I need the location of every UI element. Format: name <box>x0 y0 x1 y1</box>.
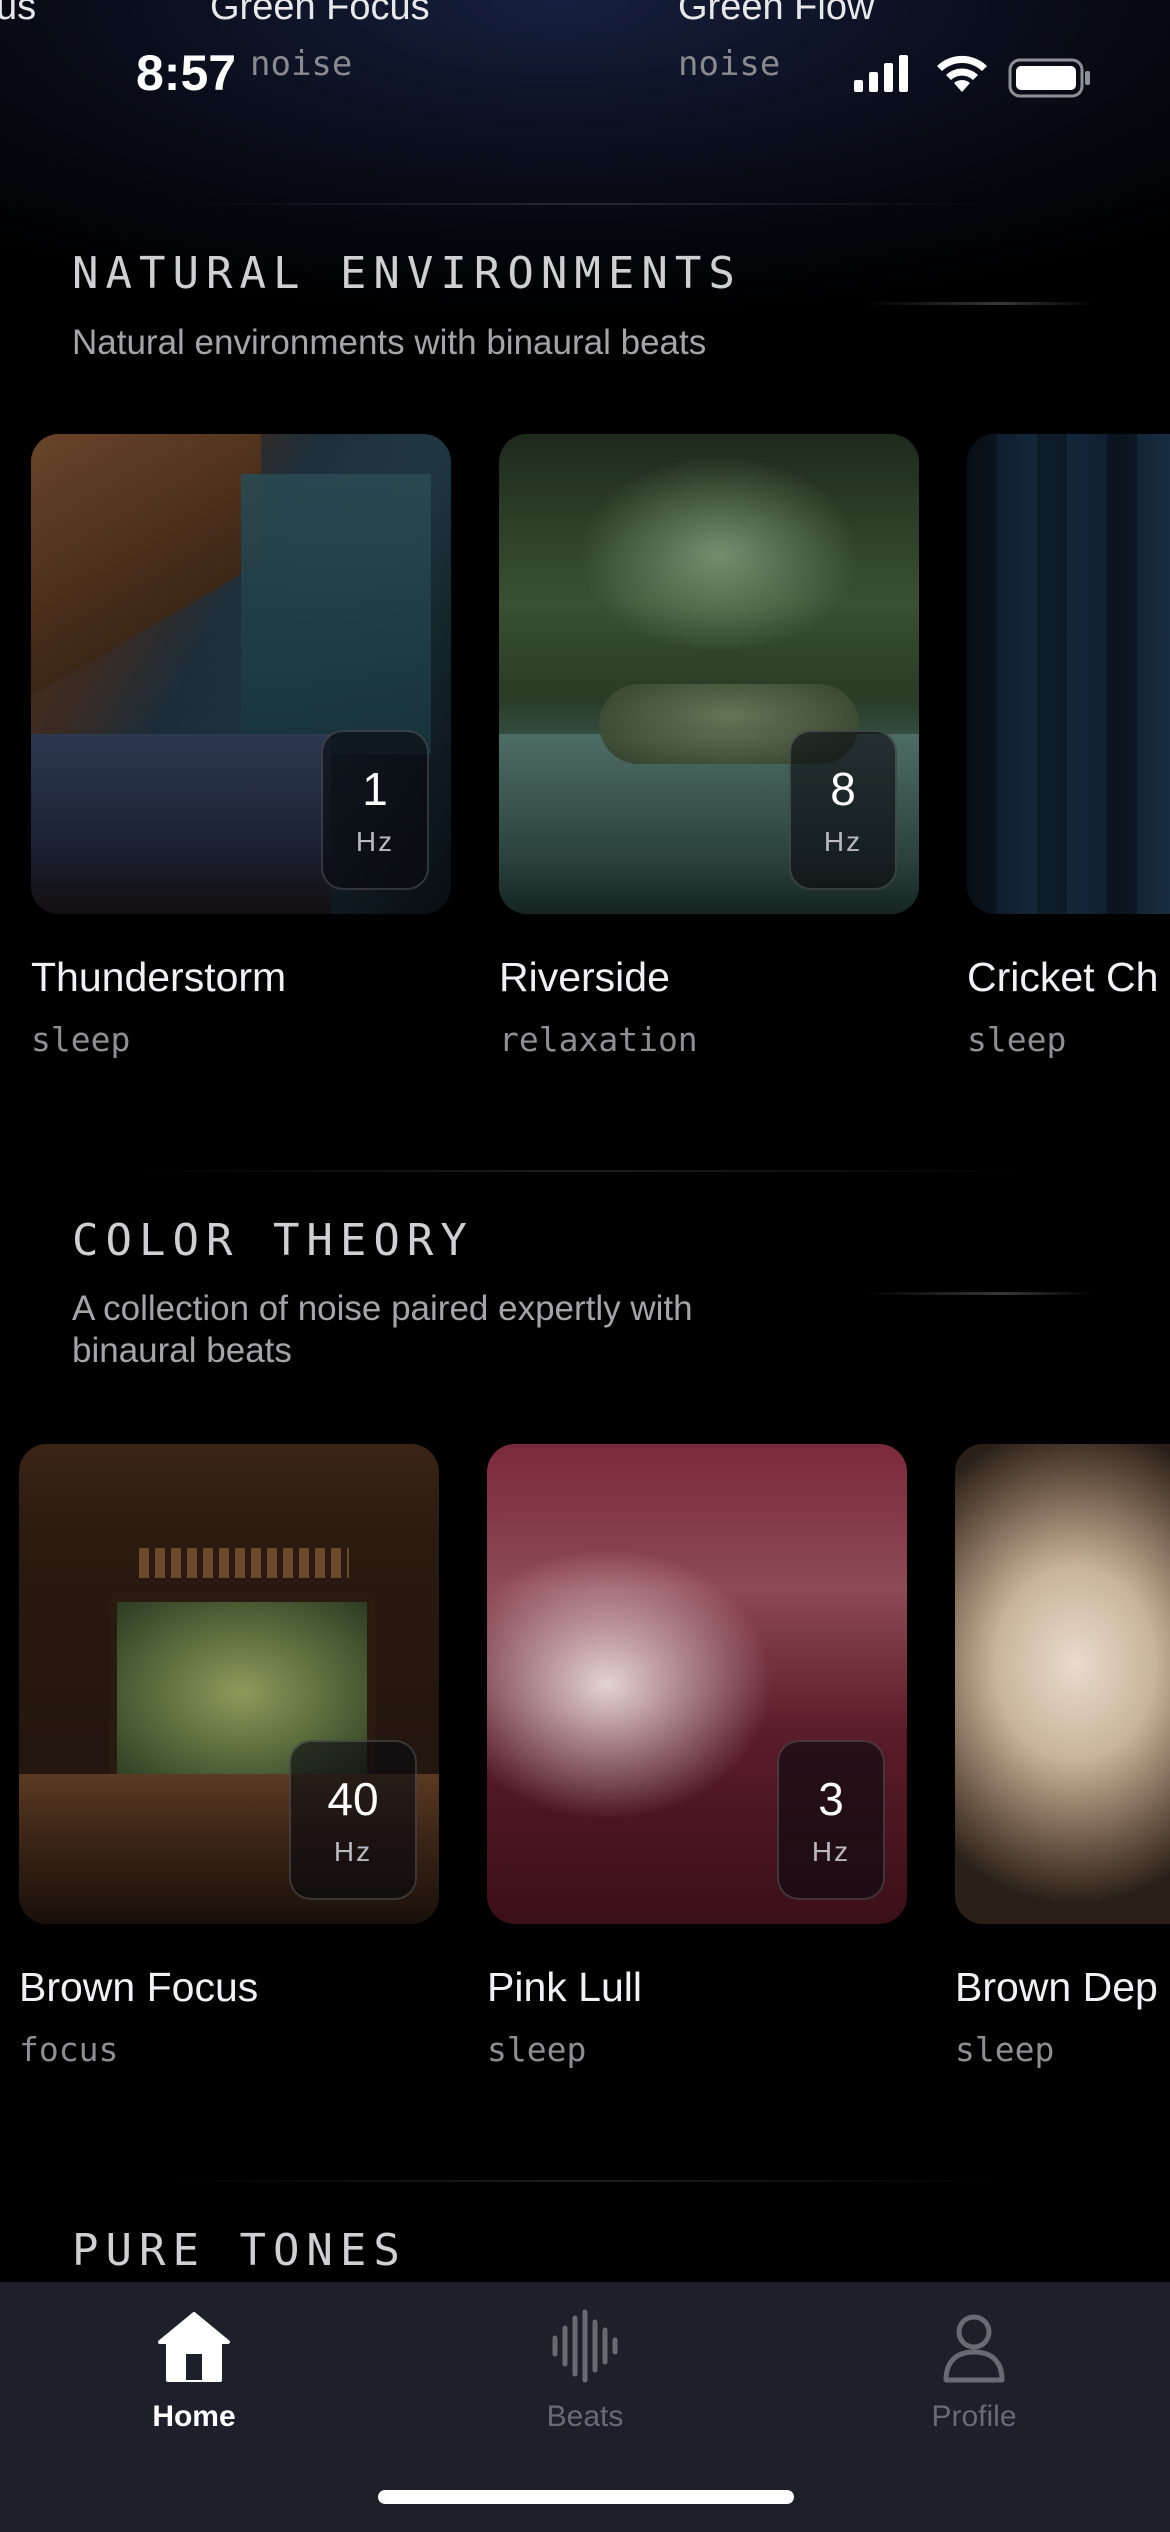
home-icon <box>154 2308 234 2384</box>
frequency-unit: Hz <box>823 826 863 857</box>
card-artwork: 40 Hz <box>19 1444 439 1924</box>
card-artwork: 1 Hz <box>31 434 451 914</box>
frequency-value: 1 <box>362 763 388 815</box>
tab-beats[interactable]: Beats <box>455 2296 715 2436</box>
frequency-value: 3 <box>818 1773 844 1825</box>
frequency-value: 8 <box>830 763 856 815</box>
battery-icon <box>1008 58 1092 102</box>
card-category: sleep <box>487 2030 587 2069</box>
peek-item-title[interactable]: us <box>0 0 36 29</box>
person-icon <box>934 2308 1014 2384</box>
section-description: Natural environments with binaural beats <box>72 323 707 362</box>
section-divider <box>170 2180 1000 2182</box>
frequency-badge: 3 Hz <box>777 1740 885 1900</box>
card-title: Brown Focus <box>19 1964 259 2010</box>
section-title: PURE TONES <box>72 2225 407 2276</box>
section-divider <box>130 1170 1030 1172</box>
tab-home[interactable]: Home <box>64 2296 324 2436</box>
sound-card-riverside[interactable]: 8 Hz Riverside relaxation <box>499 434 919 1059</box>
section-description: A collection of noise paired expertly wi… <box>72 1289 693 1370</box>
card-title: Riverside <box>499 954 670 1000</box>
section-divider <box>170 203 1000 205</box>
frequency-unit: Hz <box>811 1836 851 1867</box>
page-background <box>0 0 1170 2532</box>
card-title: Thunderstorm <box>31 954 287 1000</box>
card-title: Pink Lull <box>487 1964 642 2010</box>
sound-card-brown-focus[interactable]: 40 Hz Brown Focus focus <box>19 1444 439 2069</box>
frequency-badge: 8 Hz <box>789 730 897 890</box>
card-category: sleep <box>955 2030 1055 2069</box>
status-time: 8:57 <box>136 45 237 101</box>
card-title: Brown Dep <box>955 1964 1158 2010</box>
card-artwork <box>955 1444 1170 1924</box>
card-artwork: 3 Hz <box>487 1444 907 1924</box>
sound-card-pink-lull[interactable]: 3 Hz Pink Lull sleep <box>487 1444 907 2069</box>
card-category: focus <box>19 2030 119 2069</box>
tab-label: Home <box>152 2400 236 2433</box>
home-indicator[interactable] <box>378 2490 794 2504</box>
peek-item-tag: noise <box>678 44 781 84</box>
frequency-unit: Hz <box>355 826 395 857</box>
section-accent-line <box>864 302 1094 305</box>
card-category: sleep <box>967 1020 1067 1059</box>
peek-item-tag: noise <box>250 44 353 84</box>
waveform-icon <box>545 2308 625 2384</box>
sound-card-cricket[interactable]: Cricket Ch sleep <box>967 434 1170 1074</box>
frequency-unit: Hz <box>333 1836 373 1867</box>
card-artwork <box>967 434 1170 914</box>
frequency-badge: 40 Hz <box>289 1740 417 1900</box>
card-title: Cricket Ch <box>967 954 1159 1000</box>
sound-card-thunderstorm[interactable]: 1 Hz Thunderstorm sleep <box>31 434 451 1059</box>
tab-label: Beats <box>546 2400 624 2433</box>
frequency-badge: 1 Hz <box>321 730 429 890</box>
section-title: NATURAL ENVIRONMENTS <box>72 248 742 299</box>
sound-card-brown-deep[interactable]: Brown Dep sleep <box>955 1444 1170 2084</box>
section-title: COLOR THEORY <box>72 1215 474 1266</box>
cellular-signal-icon <box>852 54 914 98</box>
peek-item-title[interactable]: Green Focus <box>210 0 430 29</box>
card-artwork: 8 Hz <box>499 434 919 914</box>
card-category: relaxation <box>499 1020 698 1059</box>
tab-profile[interactable]: Profile <box>844 2296 1104 2436</box>
tab-label: Profile <box>931 2400 1017 2433</box>
card-category: sleep <box>31 1020 131 1059</box>
section-accent-line <box>864 1292 1094 1295</box>
frequency-value: 40 <box>327 1773 379 1825</box>
wifi-icon <box>934 52 990 98</box>
peek-item-title[interactable]: Green Flow <box>678 0 874 29</box>
